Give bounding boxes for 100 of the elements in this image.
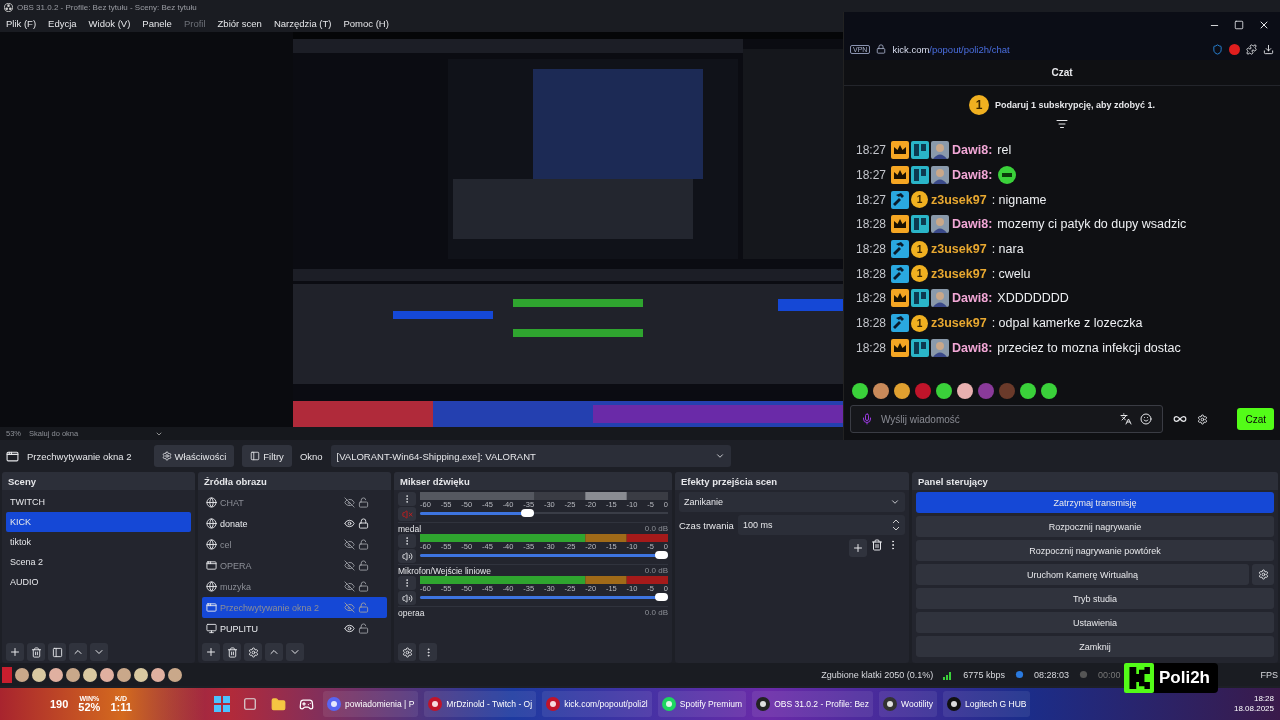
record-icon[interactable] [1229, 43, 1240, 55]
control-button[interactable]: Ustawienia [916, 612, 1274, 633]
username[interactable]: Dawi8: [952, 340, 993, 355]
move-up-button[interactable] [265, 643, 283, 661]
shield-icon[interactable] [1212, 43, 1223, 55]
eye-icon[interactable] [344, 623, 355, 634]
control-button[interactable]: Zatrzymaj transmisję [916, 492, 1274, 513]
add-button[interactable] [849, 539, 867, 557]
menu-item[interactable]: Plik (F) [0, 17, 43, 29]
message-field[interactable]: Wyślij wiadomość [850, 405, 1163, 433]
unlock-icon[interactable] [358, 560, 369, 571]
eye-off-icon[interactable] [344, 497, 355, 508]
source-item[interactable]: OPERA [202, 555, 387, 576]
filters-button[interactable] [48, 643, 66, 661]
source-item[interactable]: cel [202, 534, 387, 555]
emote-icon[interactable] [852, 383, 868, 399]
properties-button[interactable]: Właściwości [153, 445, 235, 467]
duration-field[interactable]: 100 ms [737, 515, 905, 535]
control-button[interactable]: Uruchom Kamerę Wirtualną [916, 564, 1249, 585]
duration-label: Czas trwania [679, 519, 734, 531]
transition-dropdown[interactable]: Zanikanie [679, 492, 905, 512]
taskbar-app[interactable]: Logitech G HUB [943, 691, 1031, 717]
source-item[interactable]: muzyka [202, 576, 387, 597]
delete-button[interactable] [223, 643, 241, 661]
control-button[interactable]: Rozpocznij nagrywanie [916, 516, 1274, 537]
download-icon[interactable] [1263, 43, 1274, 55]
username[interactable]: z3usek97 [931, 316, 987, 331]
emote-icon[interactable] [894, 383, 910, 399]
volume-slider[interactable] [420, 509, 668, 517]
move-down-button[interactable] [90, 643, 108, 661]
unlock-icon[interactable] [358, 623, 369, 634]
control-button[interactable]: Zamknij [916, 636, 1274, 657]
move-up-button[interactable] [69, 643, 87, 661]
close-icon[interactable] [1258, 19, 1270, 31]
menu-item[interactable]: Zbiór scen [211, 17, 268, 29]
source-item[interactable]: donate [202, 513, 387, 534]
username[interactable]: z3usek97 [931, 266, 987, 281]
menu-button[interactable] [398, 492, 416, 506]
scene-item[interactable]: TWITCH [6, 492, 191, 512]
emote-icon[interactable] [936, 383, 952, 399]
eye-off-icon[interactable] [344, 602, 355, 613]
add-button[interactable] [6, 643, 24, 661]
menu-item[interactable]: Widok (V) [82, 17, 137, 29]
emote-icon[interactable] [1041, 383, 1057, 399]
settings-button[interactable] [398, 643, 416, 661]
taskbar-app[interactable]: OBS 31.0.2 - Profile: Bez [752, 691, 874, 717]
stat-value: 52% [78, 702, 101, 713]
add-button[interactable] [202, 643, 220, 661]
emote-icon[interactable] [1020, 383, 1036, 399]
username[interactable]: Dawi8: [952, 291, 993, 306]
source-item[interactable]: CHAT [202, 492, 387, 513]
extensions-icon[interactable] [1246, 43, 1257, 55]
taskbar-app[interactable]: MrDzinold - Twitch - Oj [424, 691, 537, 717]
eye-off-icon[interactable] [344, 581, 355, 592]
plus-icon [852, 542, 864, 554]
eye-off-icon[interactable] [344, 560, 355, 571]
mute-button[interactable] [398, 549, 416, 563]
lock-icon[interactable] [358, 518, 369, 529]
username[interactable]: Dawi8: [952, 143, 993, 158]
menu-item[interactable]: Pomoc (H) [337, 17, 395, 29]
menu-item[interactable]: Narzędzia (T) [267, 17, 338, 29]
taskbar-app[interactable]: kick.com/popout/poli2l [542, 691, 652, 717]
eye-icon[interactable] [344, 518, 355, 529]
source-item[interactable]: PUPLITU [202, 618, 387, 639]
move-down-button[interactable] [286, 643, 304, 661]
unlock-icon[interactable] [358, 539, 369, 550]
emote-icon[interactable] [957, 383, 973, 399]
scene-item[interactable]: KICK [6, 512, 191, 532]
taskbar-app[interactable]: Wootility [879, 691, 938, 717]
menu-item[interactable]: Edycja [42, 17, 83, 29]
trash-icon[interactable] [871, 539, 883, 551]
control-button[interactable]: Rozpocznij nagrywanie powtórek [916, 540, 1274, 561]
filters-button[interactable]: Filtry [242, 445, 292, 467]
maximize-icon[interactable] [1234, 20, 1244, 30]
scene-item[interactable]: Scena 2 [6, 552, 191, 572]
username[interactable]: Dawi8: [952, 217, 993, 232]
menu-button[interactable] [398, 576, 416, 590]
unlock-icon[interactable] [358, 497, 369, 508]
send-button[interactable]: Czat [1237, 408, 1274, 430]
settings-button[interactable] [244, 643, 262, 661]
start-button[interactable] [211, 693, 233, 715]
taskbar-app[interactable]: Spotify Premium [657, 691, 747, 717]
control-button[interactable]: Tryb studia [916, 588, 1274, 609]
scene-item[interactable]: tiktok [6, 532, 191, 552]
settings-icon[interactable] [1197, 413, 1208, 425]
taskbar-app[interactable]: powiadomienia | P [323, 691, 419, 717]
menu-button[interactable] [419, 643, 437, 661]
username[interactable]: z3usek97 [931, 242, 987, 257]
mute-button[interactable] [398, 591, 416, 605]
username[interactable]: Dawi8: [952, 168, 993, 183]
scene-item[interactable]: AUDIO [6, 572, 191, 592]
emote-icon[interactable] [873, 383, 889, 399]
eye-off-icon[interactable] [344, 539, 355, 550]
menu-button[interactable] [398, 534, 416, 548]
unlock-icon[interactable] [358, 581, 369, 592]
username[interactable]: z3usek97 [931, 192, 987, 207]
window-dropdown[interactable]: [VALORANT-Win64-Shipping.exe]: VALORANT [330, 445, 731, 467]
menu-item[interactable]: Panele [136, 17, 178, 29]
delete-button[interactable] [27, 643, 45, 661]
settings-button[interactable] [1252, 564, 1274, 585]
